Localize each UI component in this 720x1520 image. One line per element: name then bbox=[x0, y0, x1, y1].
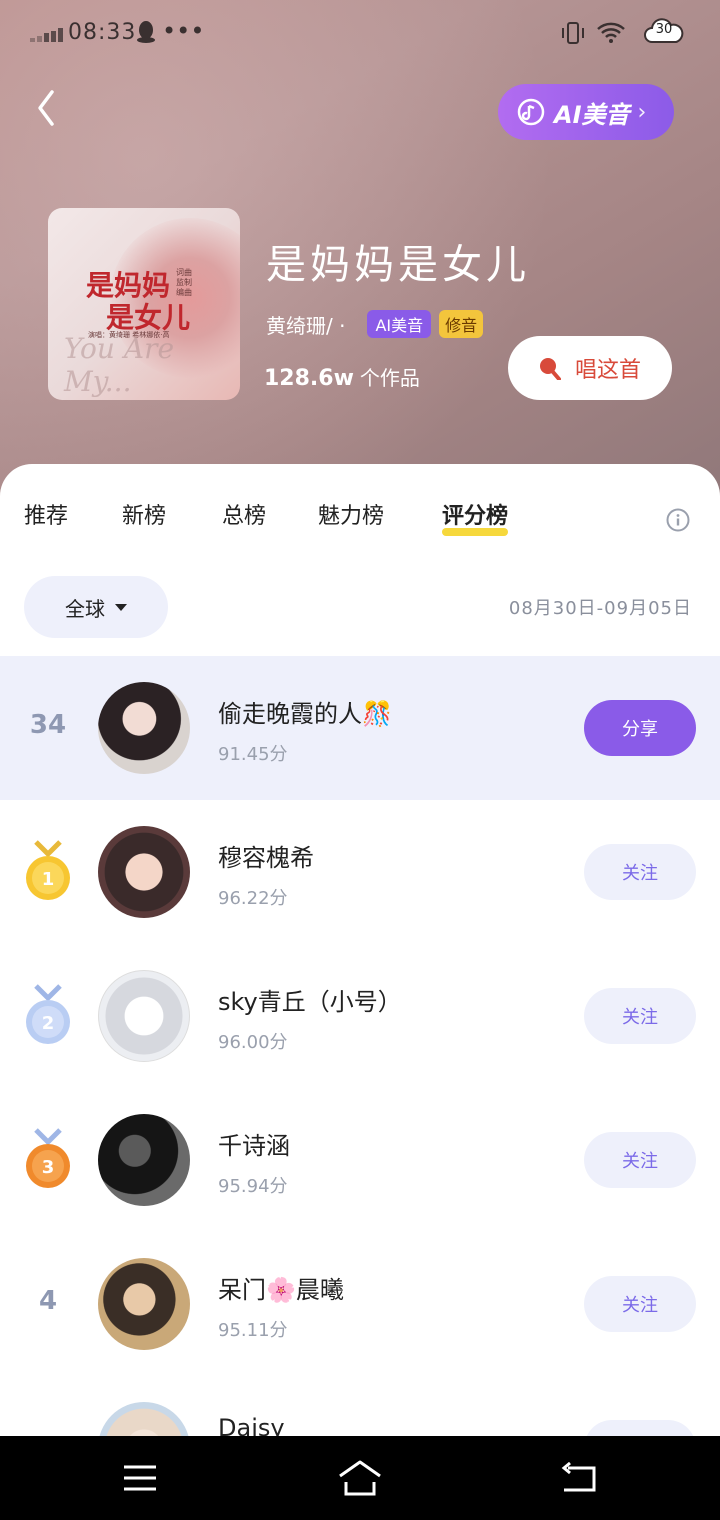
avatar[interactable] bbox=[98, 682, 190, 774]
vibrate-icon bbox=[562, 22, 584, 44]
follow-button[interactable]: 关注 bbox=[584, 1420, 696, 1436]
avatar[interactable] bbox=[98, 1114, 190, 1206]
my-rank-row[interactable]: 34 偷走晚霞的人🎊 91.45分 分享 bbox=[0, 656, 720, 800]
svg-text:2: 2 bbox=[42, 1013, 55, 1034]
bronze-medal-icon: 3 bbox=[26, 1128, 70, 1188]
ranking-sheet: 推荐 新榜 总榜 魅力榜 评分榜 全球 08月30日-09月05日 34 偷走晚… bbox=[0, 464, 720, 1436]
works-count-label: 个作品 bbox=[359, 366, 420, 390]
svg-text:1: 1 bbox=[42, 869, 55, 890]
tab-charm[interactable]: 魅力榜 bbox=[318, 498, 384, 530]
works-count: 128.6w 个作品 bbox=[264, 362, 420, 391]
status-bar: 08:33 ••• 30 bbox=[0, 0, 720, 64]
ai-music-icon bbox=[517, 98, 545, 126]
user-name[interactable]: sky青丘（小号） bbox=[218, 982, 402, 1017]
battery-icon: 30 bbox=[644, 18, 684, 46]
avatar[interactable] bbox=[98, 826, 190, 918]
wifi-icon bbox=[597, 22, 625, 43]
table-row[interactable]: 3 千诗涵 95.94分 关注 bbox=[0, 1088, 720, 1232]
silver-medal-icon: 2 bbox=[26, 984, 70, 1044]
more-notifications: ••• bbox=[162, 17, 205, 45]
system-nav-bar bbox=[0, 1436, 720, 1520]
rank-number: 4 bbox=[38, 1286, 58, 1316]
user-name[interactable]: 偷走晚霞的人🎊 bbox=[218, 694, 392, 729]
gold-medal-icon: 1 bbox=[26, 840, 70, 900]
my-rank-number: 34 bbox=[29, 710, 67, 740]
user-score: 96.00分 bbox=[218, 1032, 288, 1053]
return-icon[interactable] bbox=[560, 1462, 598, 1494]
user-score: 95.11分 bbox=[218, 1320, 288, 1341]
date-range: 08月30日-09月05日 bbox=[508, 598, 692, 619]
sing-this-button[interactable]: 唱这首 bbox=[508, 336, 672, 400]
user-score: 96.22分 bbox=[218, 888, 288, 909]
caret-down-icon bbox=[115, 603, 127, 611]
cover-credits: 词曲 监制 编曲 bbox=[176, 268, 192, 297]
table-row[interactable]: Daisy 关注 bbox=[0, 1376, 720, 1436]
user-name[interactable]: 呆门🌸晨曦 bbox=[218, 1270, 344, 1305]
sing-this-label: 唱这首 bbox=[574, 358, 641, 383]
tab-recommend[interactable]: 推荐 bbox=[24, 498, 68, 530]
region-dropdown[interactable]: 全球 bbox=[24, 576, 168, 638]
ai-music-label: AI美音 bbox=[554, 100, 630, 129]
mic-icon bbox=[539, 358, 561, 380]
info-icon[interactable] bbox=[666, 508, 690, 532]
menu-icon[interactable] bbox=[122, 1464, 158, 1492]
ranking-tabs: 推荐 新榜 总榜 魅力榜 评分榜 bbox=[0, 498, 720, 548]
user-name[interactable]: Daisy bbox=[218, 1414, 285, 1436]
signal-icon bbox=[30, 28, 64, 42]
battery-level: 30 bbox=[655, 22, 673, 37]
chevron-right-icon: › bbox=[637, 99, 647, 125]
song-title: 是妈妈是女儿 bbox=[266, 242, 530, 288]
song-cover: You Are My... 是妈妈 是女儿 词曲 监制 编曲 演唱：黄绮珊 希林娜依… bbox=[48, 208, 240, 400]
status-time: 08:33 bbox=[68, 20, 137, 45]
avatar[interactable] bbox=[98, 970, 190, 1062]
user-score: 95.94分 bbox=[218, 1176, 288, 1197]
table-row[interactable]: 1 穆容槐希 96.22分 关注 bbox=[0, 800, 720, 944]
tag-ai-music: AI美音 bbox=[367, 310, 432, 338]
cover-script-text: You Are My... bbox=[64, 332, 175, 398]
artist-row: 黄绮珊/ · AI美音 修音 bbox=[266, 310, 484, 339]
svg-text:3: 3 bbox=[42, 1157, 55, 1178]
avatar[interactable] bbox=[98, 1402, 190, 1436]
tag-autotune: 修音 bbox=[439, 310, 484, 338]
avatar[interactable] bbox=[98, 1258, 190, 1350]
works-count-value: 128.6w bbox=[264, 366, 354, 391]
cover-performers: 演唱：黄绮珊 希林娜依·高 bbox=[88, 331, 170, 339]
user-name[interactable]: 千诗涵 bbox=[218, 1126, 290, 1161]
follow-button[interactable]: 关注 bbox=[584, 1132, 696, 1188]
ai-music-button[interactable]: AI美音 › bbox=[498, 84, 674, 140]
back-icon[interactable] bbox=[34, 88, 58, 128]
table-row[interactable]: 4 呆门🌸晨曦 95.11分 关注 bbox=[0, 1232, 720, 1376]
follow-button[interactable]: 关注 bbox=[584, 844, 696, 900]
qq-icon bbox=[137, 21, 155, 43]
tab-overall[interactable]: 总榜 bbox=[222, 498, 266, 530]
home-icon[interactable] bbox=[336, 1458, 384, 1498]
table-row[interactable]: 2 sky青丘（小号） 96.00分 关注 bbox=[0, 944, 720, 1088]
artist-name[interactable]: 黄绮珊/ · bbox=[266, 310, 345, 339]
tab-score[interactable]: 评分榜 bbox=[442, 498, 509, 536]
user-score: 91.45分 bbox=[218, 744, 288, 765]
share-button[interactable]: 分享 bbox=[584, 700, 696, 756]
follow-button[interactable]: 关注 bbox=[584, 1276, 696, 1332]
tab-new[interactable]: 新榜 bbox=[122, 498, 166, 530]
user-name[interactable]: 穆容槐希 bbox=[218, 838, 314, 873]
follow-button[interactable]: 关注 bbox=[584, 988, 696, 1044]
region-label: 全球 bbox=[65, 596, 105, 621]
